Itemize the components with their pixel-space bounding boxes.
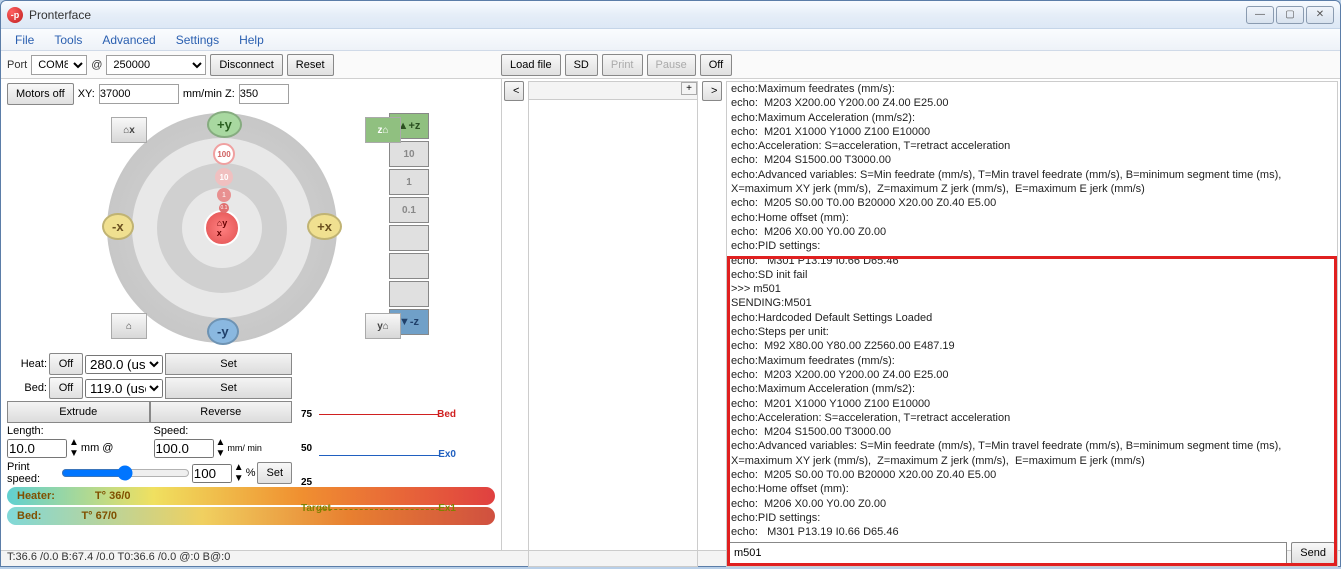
window-title: Pronterface — [29, 8, 1246, 22]
console-pane: echo:Maximum feedrates (mm/s): echo: M20… — [726, 81, 1338, 567]
off-button[interactable]: Off — [700, 54, 732, 76]
z-step-spacer2 — [389, 253, 429, 279]
temperature-graph: 75 50 25 Bed Ex0 Target Ex1 — [301, 409, 456, 529]
menubar: File Tools Advanced Settings Help — [1, 29, 1340, 51]
reset-button[interactable]: Reset — [287, 54, 334, 76]
baud-select[interactable]: 250000 — [106, 55, 206, 75]
menu-settings[interactable]: Settings — [166, 31, 229, 49]
step-100[interactable]: 100 — [213, 143, 235, 165]
close-button[interactable]: ✕ — [1306, 6, 1334, 24]
menu-help[interactable]: Help — [229, 31, 274, 49]
sd-button[interactable]: SD — [565, 54, 598, 76]
printspeed-slider[interactable] — [61, 465, 190, 481]
print-button: Print — [602, 54, 643, 76]
mmmin-label: mm/ min — [227, 444, 262, 453]
heater-bar-temp: T° 36/0 — [95, 490, 131, 502]
menu-advanced[interactable]: Advanced — [92, 31, 165, 49]
bed-bar-label: Bed: — [17, 510, 41, 522]
speed-label: Speed: — [154, 425, 293, 437]
xy-feedrate-input[interactable] — [99, 84, 179, 104]
right-panel: < + > echo:Maximum feedrates (mm/s): ech… — [501, 79, 1340, 550]
jog-y-minus[interactable]: -y — [207, 318, 239, 345]
send-button[interactable]: Send — [1291, 542, 1335, 564]
xy-label: XY: — [78, 88, 95, 100]
heater-controls: Heat: Off 280.0 (user) Set Bed: Off 119.… — [7, 353, 292, 485]
z-feedrate-input[interactable] — [239, 84, 289, 104]
disconnect-button[interactable]: Disconnect — [210, 54, 282, 76]
collapse-right-button[interactable]: > — [702, 81, 722, 101]
jog-y-plus[interactable]: +y — [207, 111, 242, 138]
z-step-1[interactable]: 1 — [389, 169, 429, 195]
bed-set-button[interactable]: Set — [165, 377, 292, 399]
home-all-button[interactable]: ⌂yx — [204, 210, 240, 246]
heat-label: Heat: — [7, 358, 47, 370]
pct-label: % — [246, 467, 256, 479]
home-z-button[interactable]: z⌂ — [365, 117, 401, 143]
console-output[interactable]: echo:Maximum feedrates (mm/s): echo: M20… — [727, 82, 1337, 540]
app-icon: -p — [7, 7, 23, 23]
menu-file[interactable]: File — [5, 31, 44, 49]
home-all-corner[interactable]: ⌂ — [111, 313, 147, 339]
port-label: Port — [7, 59, 27, 71]
gcode-preview-pane: + — [528, 81, 698, 567]
bed-preset-select[interactable]: 119.0 (user) — [85, 379, 163, 398]
printspeed-input[interactable] — [192, 464, 232, 483]
bed-off-button[interactable]: Off — [49, 377, 83, 399]
extrude-button[interactable]: Extrude — [7, 401, 150, 423]
printspeed-set-button[interactable]: Set — [257, 462, 292, 484]
collapse-left-button[interactable]: < — [504, 81, 524, 101]
step-1[interactable]: 1 — [217, 188, 231, 202]
jog-x-plus[interactable]: +x — [307, 213, 342, 240]
command-input[interactable] — [729, 542, 1287, 564]
heat-set-button[interactable]: Set — [165, 353, 292, 375]
reverse-button[interactable]: Reverse — [150, 401, 293, 423]
main-content: Motors off XY: mm/min Z: ⌂yx +y -y -x +x… — [1, 79, 1340, 550]
port-select[interactable]: COM8 — [31, 55, 87, 75]
printspeed-label: Print speed: — [7, 461, 59, 485]
titlebar: -p Pronterface — ▢ ✕ — [1, 1, 1340, 29]
home-x-button[interactable]: ⌂x — [111, 117, 147, 143]
bed-bar-temp: T° 67/0 — [81, 510, 117, 522]
left-panel: Motors off XY: mm/min Z: ⌂yx +y -y -x +x… — [1, 79, 501, 550]
length-input[interactable] — [7, 439, 67, 458]
app-window: -p Pronterface — ▢ ✕ File Tools Advanced… — [0, 0, 1341, 567]
heat-preset-select[interactable]: 280.0 (user) — [85, 355, 163, 374]
pause-button: Pause — [647, 54, 696, 76]
jog-x-minus[interactable]: -x — [102, 213, 134, 240]
z-step-10[interactable]: 10 — [389, 141, 429, 167]
z-step-spacer3 — [389, 281, 429, 307]
step-10[interactable]: 10 — [215, 168, 233, 186]
motors-off-button[interactable]: Motors off — [7, 83, 74, 105]
heat-off-button[interactable]: Off — [49, 353, 83, 375]
z-step-spacer — [389, 225, 429, 251]
connection-toolbar: Port COM8 @ 250000 Disconnect Reset Load… — [1, 51, 1340, 79]
heater-bar-label: Heater: — [17, 490, 55, 502]
mm-at-label: mm @ — [81, 442, 114, 454]
menu-tools[interactable]: Tools — [44, 31, 92, 49]
minimize-button[interactable]: — — [1246, 6, 1274, 24]
home-y-button[interactable]: y⌂ — [365, 313, 401, 339]
speed-input[interactable] — [154, 439, 214, 458]
length-label: Length: — [7, 425, 146, 437]
plus-icon[interactable]: + — [681, 82, 697, 95]
step-01[interactable]: 0.1 — [219, 203, 229, 213]
z-jog-column: ▲+z 10 1 0.1 ▼-z — [387, 113, 431, 343]
bed-label: Bed: — [7, 382, 47, 394]
xy-jog-dial[interactable]: ⌂yx +y -y -x +x 100 10 1 0.1 ⌂x z⌂ ⌂ y⌂ — [107, 113, 337, 343]
at-label: @ — [91, 59, 102, 71]
jog-area: ⌂yx +y -y -x +x 100 10 1 0.1 ⌂x z⌂ ⌂ y⌂ … — [7, 109, 495, 353]
mmmin-z-label: mm/min Z: — [183, 88, 235, 100]
maximize-button[interactable]: ▢ — [1276, 6, 1304, 24]
load-file-button[interactable]: Load file — [501, 54, 561, 76]
z-step-01[interactable]: 0.1 — [389, 197, 429, 223]
